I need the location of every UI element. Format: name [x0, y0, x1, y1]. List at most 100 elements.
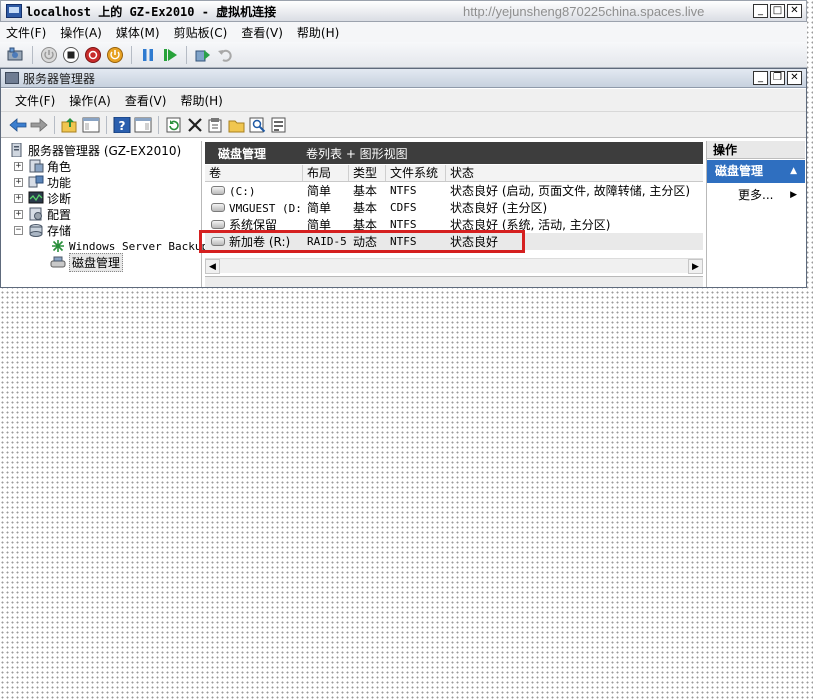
resume-icon[interactable]	[160, 45, 180, 65]
tree-item-features[interactable]: + 功能	[14, 174, 71, 190]
vm-connect-icon	[6, 4, 22, 18]
export-icon[interactable]	[269, 115, 289, 135]
console-tree: 服务器管理器 (GZ-EX2010) + 角色 + 功能 + 诊断 + 配置 −…	[5, 141, 208, 287]
disk-management-icon	[50, 256, 66, 268]
vm-menu-file[interactable]: 文件(F)	[6, 24, 46, 41]
cd-drive-icon	[211, 202, 225, 212]
tree-item-configuration[interactable]: + 配置	[14, 206, 71, 222]
sm-menu-file[interactable]: 文件(F)	[15, 92, 55, 109]
tree-item-label: 角色	[47, 159, 72, 174]
volume-list-header: 卷 布局 类型 文件系统 状态	[205, 165, 703, 182]
column-header-type[interactable]: 类型	[349, 165, 386, 181]
svg-text:?: ?	[119, 119, 126, 133]
collapse-up-icon[interactable]: ▲	[790, 160, 797, 183]
toolbar-separator	[106, 115, 107, 134]
tree-item-label: 存储	[47, 223, 72, 238]
vm-menu-action[interactable]: 操作(A)	[60, 24, 102, 41]
volume-name: VMGUEST (D:)	[229, 201, 303, 215]
forward-icon[interactable]	[29, 115, 49, 135]
volume-layout: 简单	[307, 201, 332, 215]
expand-toggle[interactable]: +	[14, 177, 23, 187]
scroll-right-button[interactable]: ▶	[688, 258, 703, 274]
sm-close-button[interactable]: ✕	[787, 71, 802, 85]
action-more-label: 更多...	[738, 188, 774, 202]
revert-icon[interactable]	[215, 45, 235, 65]
horizontal-scrollbar[interactable]: ◀ ▶	[205, 258, 703, 274]
vm-window-titlebar[interactable]: localhost 上的 GZ-Ex2010 - 虚拟机连接 http://ye…	[0, 0, 807, 22]
server-icon	[11, 143, 22, 157]
pause-icon[interactable]	[138, 45, 158, 65]
tree-item-diagnostics[interactable]: + 诊断	[14, 190, 71, 206]
collapse-toggle[interactable]: −	[14, 225, 23, 235]
sm-restore-button[interactable]: ❐	[770, 71, 785, 85]
server-manager-toolbar: ?	[1, 111, 806, 138]
properties-icon[interactable]	[206, 115, 226, 135]
sm-minimize-button[interactable]: _	[753, 71, 768, 85]
save-state-icon[interactable]	[105, 45, 125, 65]
expand-toggle[interactable]: +	[14, 161, 23, 171]
content-header: 磁盘管理 卷列表 + 图形视图	[205, 142, 703, 164]
vm-menu-help[interactable]: 帮助(H)	[297, 24, 339, 41]
vm-minimize-button[interactable]: _	[753, 4, 768, 18]
content-title: 磁盘管理	[218, 146, 267, 161]
vm-menu-media[interactable]: 媒体(M)	[116, 24, 160, 41]
expand-toggle[interactable]: +	[14, 209, 23, 219]
vm-close-button[interactable]: ✕	[787, 4, 802, 18]
toolbar-separator	[186, 45, 187, 64]
vm-menu-clipboard[interactable]: 剪贴板(C)	[174, 24, 228, 41]
table-row[interactable]: VMGUEST (D:) 简单 基本 CDFS 状态良好 (主分区)	[205, 199, 703, 216]
column-header-volume[interactable]: 卷	[205, 165, 303, 181]
column-header-layout[interactable]: 布局	[303, 165, 349, 181]
actions-section-disk-management[interactable]: 磁盘管理 ▲	[707, 160, 805, 183]
show-hide-tree-icon[interactable]	[81, 115, 101, 135]
tree-item-label: 配置	[47, 207, 72, 222]
volume-filesystem: CDFS	[390, 201, 417, 214]
refresh-icon[interactable]	[164, 115, 184, 135]
drive-icon	[211, 220, 225, 229]
tree-item-label: 磁盘管理	[69, 252, 124, 272]
vm-menubar: 文件(F) 操作(A) 媒体(M) 剪贴板(C) 查看(V) 帮助(H)	[0, 22, 807, 42]
submenu-arrow-icon: ▶	[790, 190, 797, 200]
graphical-view-splitter[interactable]	[205, 276, 703, 287]
volume-filesystem: NTFS	[390, 184, 417, 197]
up-icon[interactable]	[60, 115, 80, 135]
expand-toggle[interactable]: +	[14, 193, 23, 203]
action-more-item[interactable]: 更多... ▶	[707, 186, 805, 204]
tree-item-storage[interactable]: − 存储	[14, 222, 71, 238]
search-icon[interactable]	[248, 115, 268, 135]
tree-item-label: 诊断	[47, 191, 72, 206]
highlight-annotation-box	[199, 230, 525, 253]
column-header-filesystem[interactable]: 文件系统	[386, 165, 446, 181]
toolbar-separator	[158, 115, 159, 134]
sm-menu-action[interactable]: 操作(A)	[69, 92, 111, 109]
open-icon[interactable]	[227, 115, 247, 135]
delete-icon[interactable]	[185, 115, 205, 135]
start-icon[interactable]	[39, 45, 59, 65]
storage-icon	[29, 224, 43, 237]
sm-menu-view[interactable]: 查看(V)	[125, 92, 167, 109]
server-manager-titlebar[interactable]: 服务器管理器 _ ❐ ✕	[1, 69, 806, 88]
show-hide-action-icon[interactable]	[133, 115, 153, 135]
toolbar-separator	[131, 45, 132, 64]
back-icon[interactable]	[8, 115, 28, 135]
tree-item-root[interactable]: 服务器管理器 (GZ-EX2010)	[9, 142, 181, 158]
tree-item-label: Windows Server Backup	[69, 239, 209, 253]
turn-off-icon[interactable]	[61, 45, 81, 65]
sm-menu-help[interactable]: 帮助(H)	[180, 92, 222, 109]
drive-icon	[211, 185, 225, 195]
table-row[interactable]: (C:) 简单 基本 NTFS 状态良好 (启动, 页面文件, 故障转储, 主分…	[205, 182, 703, 199]
help-icon[interactable]: ?	[112, 115, 132, 135]
column-header-status[interactable]: 状态	[446, 165, 703, 181]
server-manager-title: 服务器管理器	[23, 71, 96, 86]
shutdown-icon[interactable]	[83, 45, 103, 65]
scroll-left-button[interactable]: ◀	[205, 258, 220, 274]
vm-maximize-button[interactable]: □	[770, 4, 785, 18]
tree-item-roles[interactable]: + 角色	[14, 158, 71, 174]
vm-menu-view[interactable]: 查看(V)	[241, 24, 283, 41]
ctrl-alt-del-icon[interactable]	[6, 45, 26, 65]
tree-item-disk-management[interactable]: 磁盘管理	[50, 252, 124, 272]
snapshot-icon[interactable]	[193, 45, 213, 65]
toolbar-separator	[54, 115, 55, 134]
features-icon	[28, 175, 44, 188]
server-manager-window: 服务器管理器 _ ❐ ✕ 文件(F) 操作(A) 查看(V) 帮助(H) ? 服…	[0, 68, 807, 288]
